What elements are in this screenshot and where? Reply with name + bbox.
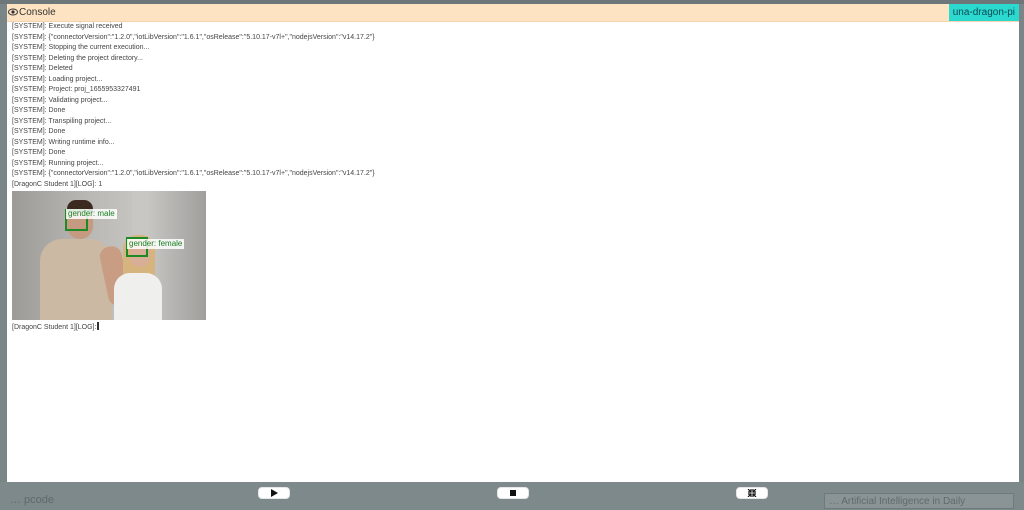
log-line: [SYSTEM]: {"connectorVersion":"1.2.0","i… [12,33,375,41]
console-header: Console una-dragon-pi [7,4,1019,22]
log-line: [SYSTEM]: Running project... [12,159,104,167]
final-log-line: [DragonC Student 1][LOG]: [12,322,1012,333]
eye-icon[interactable] [8,7,18,17]
person-female-body [114,273,162,320]
camera-preview-image: gender: male gender: female [12,191,206,320]
face-label-male: gender: male [66,209,117,219]
play-icon [271,489,278,497]
final-log-text: [DragonC Student 1][LOG]: [12,324,97,331]
console-title: Console [19,7,56,18]
background-bottom-left-text: … pcode [10,494,55,506]
log-lines: [SYSTEM]: Execute signal received [SYSTEM… [12,22,1012,190]
log-line: [SYSTEM]: Transpiling project... [12,117,112,125]
log-line: [SYSTEM]: {"connectorVersion":"1.2.0","i… [12,170,375,177]
log-line: [SYSTEM]: Validating project... [12,96,108,104]
log-line: [SYSTEM]: Project: proj_1655953327491 [12,86,141,93]
log-line: [SYSTEM]: Done [12,149,66,156]
collapse-icon [747,489,757,497]
text-cursor [97,322,100,330]
background-right-panel [1019,4,1024,482]
log-line: [SYSTEM]: Done [12,107,66,114]
face-label-female: gender: female [127,239,185,249]
log-line: [SYSTEM]: Deleting the project directory… [12,54,143,62]
log-line: [SYSTEM]: Loading project... [12,75,103,83]
stop-icon [510,490,516,496]
console-panel: Console una-dragon-pi [SYSTEM]: Execute … [7,4,1019,482]
stop-button[interactable] [497,487,529,499]
log-line: [SYSTEM]: Deleted [12,65,73,72]
log-line: [SYSTEM]: Stopping the current execution… [12,44,150,51]
log-line: [SYSTEM]: Done [12,128,66,135]
background-project-select: … Artificial Intelligence in Daily [824,493,1014,509]
log-line: [DragonC Student 1][LOG]: 1 [12,180,103,188]
log-line: [SYSTEM]: Writing runtime info... [12,138,115,146]
device-badge[interactable]: una-dragon-pi [948,4,1019,21]
background-left-panel [0,4,7,482]
log-line: [SYSTEM]: Execute signal received [12,23,123,30]
log-area: [SYSTEM]: Execute signal received [SYSTEM… [12,22,1012,333]
play-button[interactable] [258,487,290,499]
collapse-button[interactable] [736,487,768,499]
